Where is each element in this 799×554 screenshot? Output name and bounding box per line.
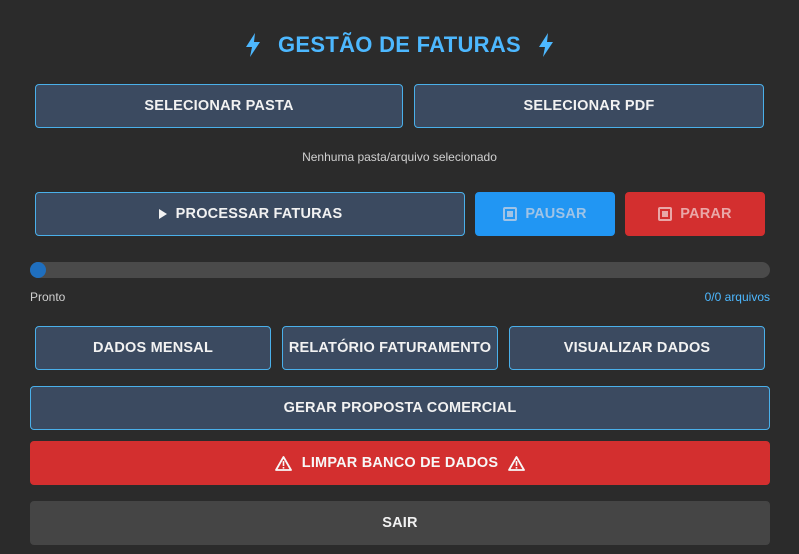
warning-icon [274, 455, 292, 471]
stop-icon [503, 207, 518, 221]
warning-icon [508, 455, 526, 471]
stop-button[interactable]: PARAR [625, 192, 765, 236]
clear-database-button[interactable]: LIMPAR BANCO DE DADOS [30, 441, 770, 485]
generate-proposal-button[interactable]: GERAR PROPOSTA COMERCIAL [30, 386, 770, 430]
exit-label: SAIR [382, 515, 418, 531]
select-folder-button[interactable]: SELECIONAR PASTA [35, 84, 403, 128]
exit-button[interactable]: SAIR [30, 501, 770, 545]
bolt-icon [539, 33, 554, 57]
selection-status: Nenhuma pasta/arquivo selecionado [302, 150, 497, 164]
stop-label: PARAR [680, 206, 732, 222]
select-pdf-button[interactable]: SELECIONAR PDF [414, 84, 764, 128]
view-data-button[interactable]: VISUALIZAR DADOS [509, 326, 765, 370]
monthly-data-button[interactable]: DADOS MENSAL [35, 326, 271, 370]
monthly-data-label: DADOS MENSAL [92, 340, 213, 356]
app-header: GESTÃO DE FATURAS [0, 28, 799, 62]
process-invoices-button[interactable]: PROCESSAR FATURAS [35, 192, 465, 236]
bolt-icon [245, 33, 260, 57]
file-count: 0/0 arquivos [704, 290, 770, 304]
generate-proposal-label: GERAR PROPOSTA COMERCIAL [283, 400, 517, 416]
pause-label: PAUSAR [525, 206, 587, 222]
process-invoices-label: PROCESSAR FATURAS [175, 206, 343, 222]
page-title: GESTÃO DE FATURAS [277, 32, 522, 57]
progress-status: Pronto [30, 290, 66, 304]
billing-report-label: RELATÓRIO FATURAMENTO [288, 340, 492, 356]
view-data-label: VISUALIZAR DADOS [563, 340, 711, 356]
select-folder-label: SELECIONAR PASTA [144, 98, 294, 114]
billing-report-button[interactable]: RELATÓRIO FATURAMENTO [282, 326, 498, 370]
pause-button[interactable]: PAUSAR [475, 192, 615, 236]
select-pdf-label: SELECIONAR PDF [523, 98, 655, 114]
play-icon [158, 209, 167, 219]
stop-icon [658, 207, 673, 221]
clear-database-label: LIMPAR BANCO DE DADOS [301, 455, 499, 471]
progress-bar [30, 262, 770, 278]
progress-indicator [30, 262, 46, 278]
